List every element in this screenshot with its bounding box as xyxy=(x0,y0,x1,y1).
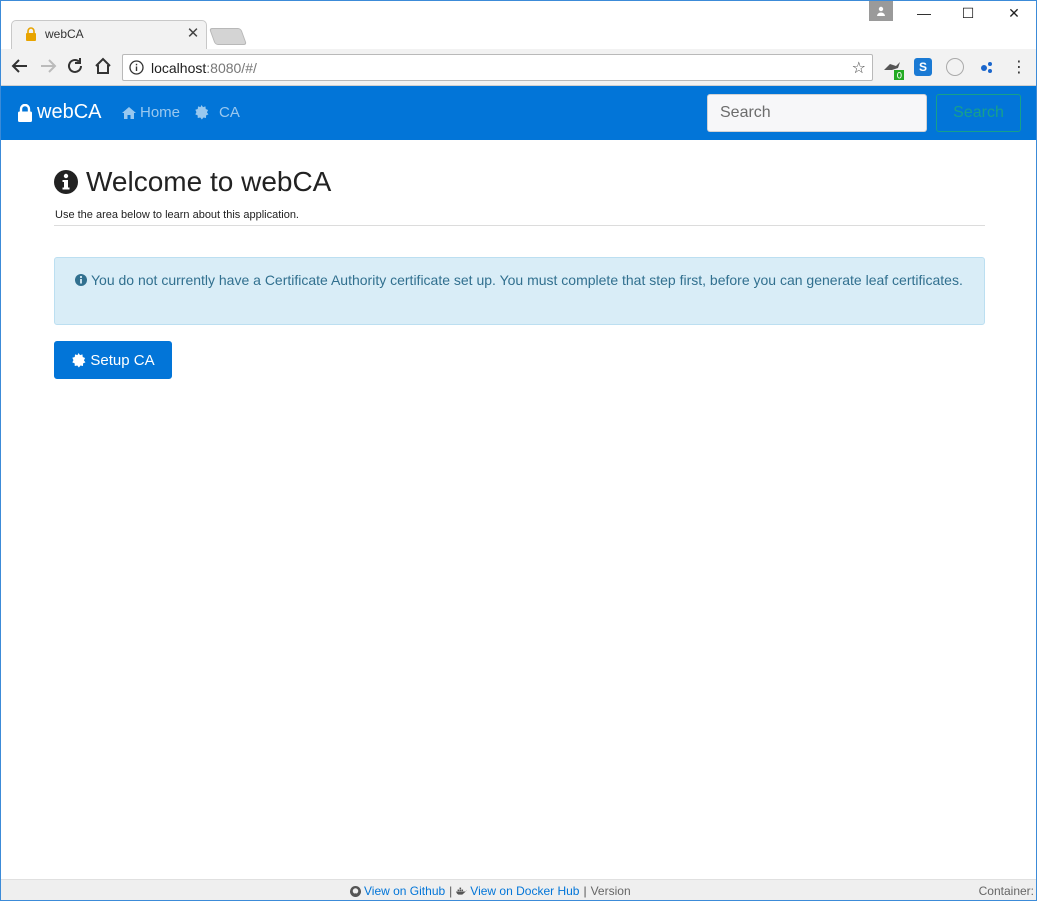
extension-badge-count: 0 xyxy=(897,72,903,81)
container-label: Container: xyxy=(978,884,1034,898)
page-title-text: Welcome to webCA xyxy=(86,166,332,197)
nav-link-home-label: Home xyxy=(140,104,181,121)
bookmark-star-icon[interactable]: ☆ xyxy=(852,58,866,78)
search-input[interactable] xyxy=(707,94,927,132)
version-label: Version xyxy=(590,884,631,898)
certificate-icon xyxy=(195,105,209,120)
new-tab-button[interactable] xyxy=(208,28,248,45)
info-alert: You do not currently have a Certificate … xyxy=(54,257,985,325)
extension-horse-icon[interactable]: 0 xyxy=(882,58,904,82)
footer-separator: | xyxy=(583,884,587,898)
window-minimize-button[interactable]: — xyxy=(909,5,939,25)
docker-icon xyxy=(456,887,468,895)
browser-toolbar: localhost:8080/#/ ☆ 0 S ⋮ xyxy=(1,49,1036,86)
alert-text: You do not currently have a Certificate … xyxy=(91,272,963,288)
reload-icon[interactable] xyxy=(64,57,86,79)
browser-window: webCA ✕ — ☐ ✕ localhost:8080/#/ ☆ 0 S ⋮ … xyxy=(0,0,1037,901)
setup-ca-button[interactable]: Setup CA xyxy=(54,341,172,379)
extension-dots-icon[interactable] xyxy=(978,58,996,76)
divider xyxy=(54,225,985,226)
profile-icon[interactable] xyxy=(869,1,893,21)
info-circle-icon xyxy=(54,170,78,194)
page-subtitle: Use the area below to learn about this a… xyxy=(55,209,299,221)
nav-link-home[interactable]: Home xyxy=(122,104,180,121)
home-icon xyxy=(122,106,136,119)
lock-icon xyxy=(26,27,36,41)
nav-link-ca[interactable]: CA xyxy=(194,104,240,121)
brand-label: webCA xyxy=(37,101,102,123)
address-bar[interactable]: localhost:8080/#/ ☆ xyxy=(122,54,873,81)
window-maximize-button[interactable]: ☐ xyxy=(953,5,983,25)
url-text[interactable]: localhost:8080/#/ xyxy=(151,60,257,76)
info-circle-icon xyxy=(75,274,87,286)
search-button[interactable]: Search xyxy=(936,94,1021,132)
url-path: :8080/#/ xyxy=(206,60,257,76)
tab-close-icon[interactable]: ✕ xyxy=(185,24,201,42)
home-icon[interactable] xyxy=(92,57,114,79)
footer: View on Github | View on Docker Hub | Ve… xyxy=(1,879,1036,900)
browser-menu-icon[interactable]: ⋮ xyxy=(1011,57,1027,77)
footer-separator: | xyxy=(449,884,453,898)
window-close-button[interactable]: ✕ xyxy=(999,5,1029,25)
app-navbar: webCA Home CA Search xyxy=(1,86,1036,140)
footer-links: View on Github | View on Docker Hub | Ve… xyxy=(350,884,631,898)
lock-icon xyxy=(18,103,32,122)
nav-link-ca-label: CA xyxy=(219,104,240,121)
browser-titlebar: webCA ✕ — ☐ ✕ xyxy=(1,1,1036,49)
certificate-icon xyxy=(72,352,86,368)
github-icon xyxy=(350,885,361,897)
setup-ca-label: Setup CA xyxy=(90,351,155,369)
extension-circle-icon[interactable] xyxy=(946,58,964,76)
navbar-brand[interactable]: webCA xyxy=(18,101,101,124)
tab-title: webCA xyxy=(45,27,84,41)
page-title: Welcome to webCA xyxy=(54,166,331,198)
extension-s-icon[interactable]: S xyxy=(914,58,932,76)
url-host: localhost xyxy=(151,60,207,76)
browser-tab-content[interactable]: webCA ✕ xyxy=(11,20,207,49)
person-icon xyxy=(877,6,885,16)
github-link[interactable]: View on Github xyxy=(364,884,445,898)
info-icon[interactable] xyxy=(129,60,144,75)
docker-hub-link[interactable]: View on Docker Hub xyxy=(470,884,579,898)
back-arrow-icon[interactable] xyxy=(9,57,31,79)
forward-arrow-icon[interactable] xyxy=(37,57,59,79)
